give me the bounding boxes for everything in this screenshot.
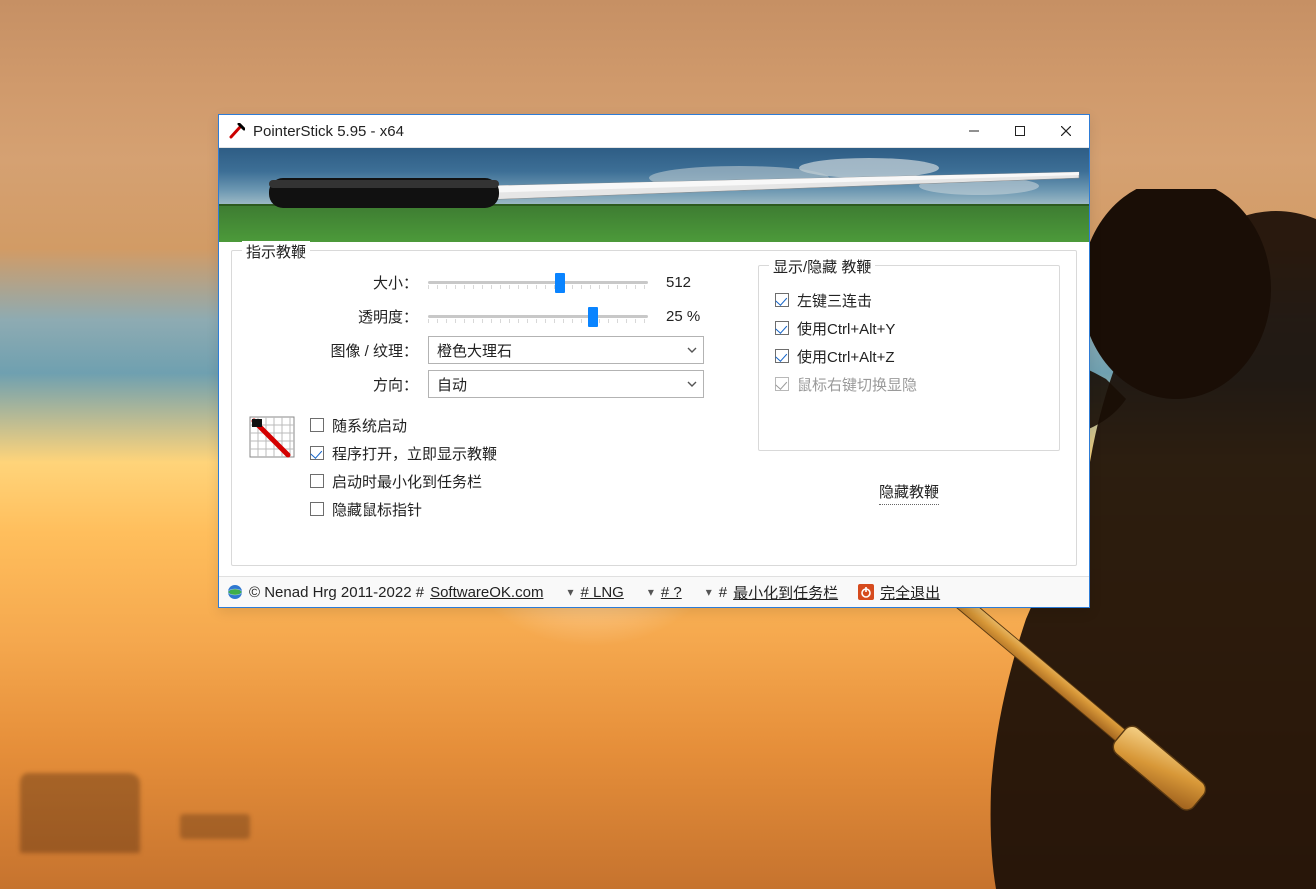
chevron-down-icon [687,379,697,389]
rclick-toggle-checkbox [775,377,789,391]
texture-select[interactable]: 橙色大理石 [428,336,704,364]
minimize-button[interactable] [951,115,997,147]
direction-value: 自动 [437,374,467,395]
menu-glyph-icon: ▾ [567,585,572,599]
size-label: 大小： [248,272,428,293]
maximize-button[interactable] [997,115,1043,147]
chevron-down-icon [687,345,697,355]
bg-ship [20,773,140,853]
help-menu[interactable]: # ? [661,584,682,601]
app-icon [229,123,245,139]
opacity-value: 25 % [666,308,716,325]
copyright-text: © Nenad Hrg 2011-2022 # [249,584,424,601]
ctrl-alt-y-checkbox[interactable] [775,321,789,335]
show-on-open-checkbox[interactable] [310,446,324,460]
autostart-label: 随系统启动 [332,415,407,436]
size-value: 512 [666,274,716,291]
min-on-start-label: 启动时最小化到任务栏 [332,471,482,492]
min-on-start-checkbox[interactable] [310,474,324,488]
texture-value: 橙色大理石 [437,340,512,361]
triple-click-checkbox[interactable] [775,293,789,307]
minimize-link[interactable]: 最小化到任务栏 [733,582,838,603]
options-icon [248,411,296,459]
autostart-checkbox[interactable] [310,418,324,432]
menu-glyph-icon: ▾ [706,585,711,599]
desktop-wallpaper: PointerStick 5.95 - x64 [0,0,1316,889]
direction-label: 方向： [248,374,428,395]
website-link[interactable]: SoftwareOK.com [430,584,543,601]
titlebar[interactable]: PointerStick 5.95 - x64 [219,115,1089,148]
maximize-icon [1015,126,1025,136]
minimize-icon [969,126,979,136]
app-window: PointerStick 5.95 - x64 [218,114,1090,608]
ctrl-alt-z-label: 使用Ctrl+Alt+Z [797,346,895,367]
hide-cursor-checkbox[interactable] [310,502,324,516]
opacity-label: 透明度： [248,306,428,327]
footer-bar: © Nenad Hrg 2011-2022 # SoftwareOK.com ▾… [219,576,1089,607]
bg-ship-small [180,814,250,839]
group-legend: 指示教鞭 [242,241,310,262]
close-button[interactable] [1043,115,1089,147]
direction-select[interactable]: 自动 [428,370,704,398]
window-body: 指示教鞭 大小： 512 [219,242,1089,576]
globe-icon [227,584,243,600]
menu-glyph-icon: ▾ [648,585,653,599]
texture-label: 图像 / 纹理： [248,340,428,361]
power-icon [858,584,874,600]
main-groupbox: 指示教鞭 大小： 512 [231,250,1077,566]
hash-prefix: # [719,584,727,601]
toggle-legend: 显示/隐藏 教鞭 [769,256,875,277]
toggle-groupbox: 显示/隐藏 教鞭 左键三连击 使用Ctrl+Alt+Y [758,265,1060,451]
triple-click-label: 左键三连击 [797,290,872,311]
exit-link[interactable]: 完全退出 [880,582,940,603]
banner-image [219,148,1089,242]
size-slider[interactable] [428,273,648,291]
window-title: PointerStick 5.95 - x64 [253,123,404,140]
hide-stick-button[interactable]: 隐藏教鞭 [879,479,939,505]
ctrl-alt-z-checkbox[interactable] [775,349,789,363]
hide-cursor-label: 隐藏鼠标指针 [332,499,422,520]
rclick-toggle-label: 鼠标右键切换显隐 [797,374,917,395]
opacity-slider[interactable] [428,307,648,325]
ctrl-alt-y-label: 使用Ctrl+Alt+Y [797,318,895,339]
lng-menu[interactable]: # LNG [580,584,623,601]
show-on-open-label: 程序打开，立即显示教鞭 [332,443,497,464]
close-icon [1061,126,1071,136]
